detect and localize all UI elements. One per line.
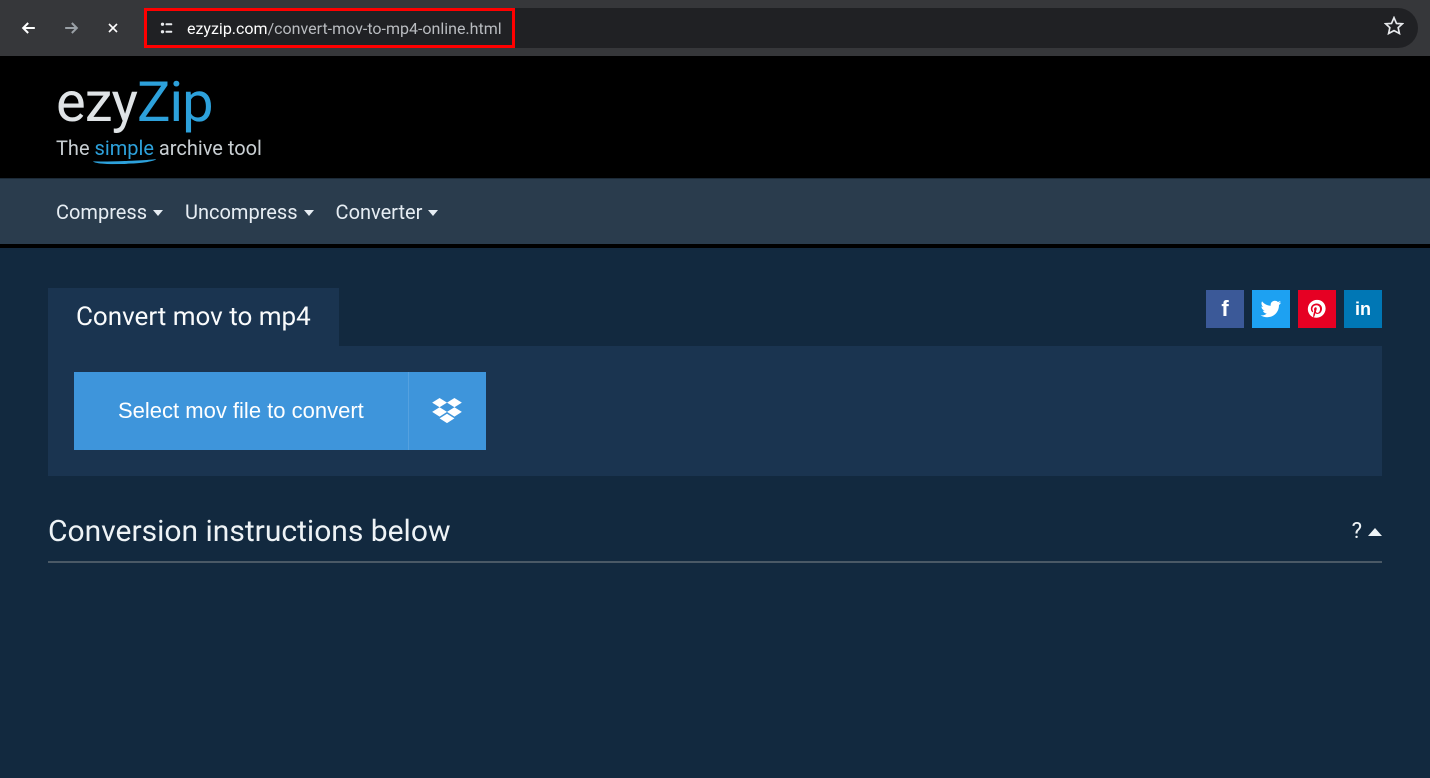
address-bar-remainder[interactable] — [515, 8, 1418, 48]
chevron-down-icon — [304, 210, 314, 216]
content-top-row: Convert mov to mp4 f in — [48, 288, 1382, 346]
share-facebook[interactable]: f — [1206, 290, 1244, 328]
chevron-up-icon — [1368, 528, 1382, 536]
pinterest-icon — [1306, 298, 1328, 320]
address-bar-container: ezyzip.com/convert-mov-to-mp4-online.htm… — [138, 8, 1418, 48]
address-bar-url[interactable]: ezyzip.com/convert-mov-to-mp4-online.htm… — [187, 19, 502, 38]
tagline: The simple archive tool — [56, 136, 1382, 160]
instructions-header[interactable]: Conversion instructions below ? — [48, 514, 1382, 563]
upload-panel: Select mov file to convert — [48, 346, 1382, 476]
nav-converter[interactable]: Converter — [336, 200, 439, 224]
tagline-post: archive tool — [154, 136, 262, 160]
main-content: Convert mov to mp4 f in Select mov file … — [0, 248, 1430, 563]
site-logo[interactable]: ezyZip — [56, 74, 1382, 130]
nav-compress[interactable]: Compress — [56, 200, 163, 224]
chevron-down-icon — [153, 210, 163, 216]
main-nav: Compress Uncompress Converter — [0, 178, 1430, 248]
share-twitter[interactable] — [1252, 290, 1290, 328]
bookmark-star-icon[interactable] — [1384, 16, 1404, 40]
chevron-down-icon — [428, 210, 438, 216]
file-select-row: Select mov file to convert — [74, 372, 1356, 450]
instructions-toggle[interactable]: ? — [1352, 519, 1382, 544]
instructions-title: Conversion instructions below — [48, 514, 451, 549]
forward-button[interactable] — [54, 11, 88, 45]
twitter-icon — [1260, 298, 1282, 320]
site-header: ezyZip The simple archive tool — [0, 56, 1430, 178]
tagline-pre: The — [56, 136, 95, 160]
share-linkedin[interactable]: in — [1344, 290, 1382, 328]
page-title-tab: Convert mov to mp4 — [48, 288, 339, 346]
help-icon: ? — [1352, 519, 1362, 544]
select-file-label: Select mov file to convert — [118, 398, 364, 424]
facebook-icon: f — [1221, 296, 1228, 322]
select-file-button[interactable]: Select mov file to convert — [74, 372, 408, 450]
share-pinterest[interactable] — [1298, 290, 1336, 328]
stop-button[interactable] — [96, 11, 130, 45]
nav-uncompress[interactable]: Uncompress — [185, 200, 314, 224]
address-bar-highlight: ezyzip.com/convert-mov-to-mp4-online.htm… — [144, 8, 515, 48]
url-domain: ezyzip.com — [187, 19, 268, 38]
nav-compress-label: Compress — [56, 200, 147, 224]
nav-uncompress-label: Uncompress — [185, 200, 298, 224]
nav-converter-label: Converter — [336, 200, 423, 224]
browser-toolbar: ezyzip.com/convert-mov-to-mp4-online.htm… — [0, 0, 1430, 56]
logo-part-ezy: ezy — [56, 69, 137, 135]
dropbox-icon — [432, 398, 462, 424]
logo-part-zip: Zip — [137, 69, 213, 135]
site-controls-icon[interactable] — [157, 18, 177, 38]
social-share-row: f in — [1206, 290, 1382, 328]
dropbox-button[interactable] — [408, 372, 486, 450]
url-path: /convert-mov-to-mp4-online.html — [268, 19, 502, 38]
tagline-em: simple — [95, 136, 154, 160]
back-button[interactable] — [12, 11, 46, 45]
linkedin-icon: in — [1355, 299, 1371, 320]
